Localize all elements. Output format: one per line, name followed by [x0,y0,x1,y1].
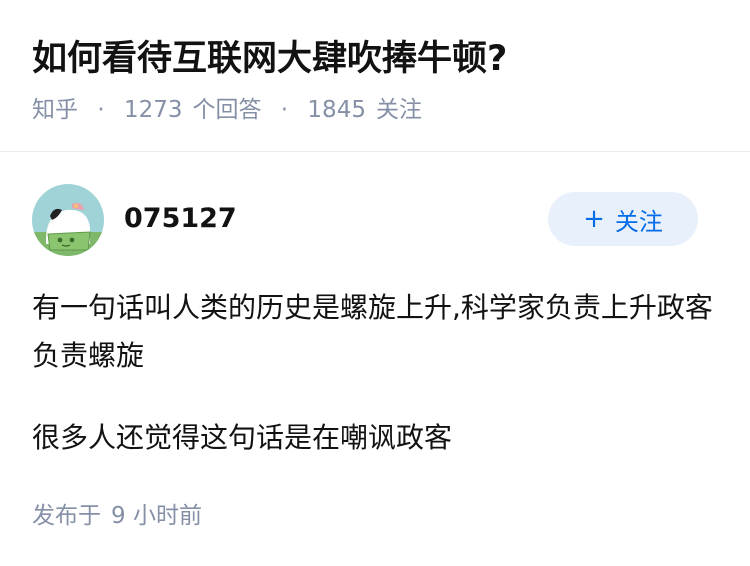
plus-icon: + [583,204,605,234]
publish-time-value: 9 小时前 [111,503,202,529]
question-header: 如何看待互联网大肆吹捧牛顿? 知乎 · 1273 个回答 · 1845 关注 [0,0,750,152]
answer-publish-time: 发布于 9 小时前 [32,500,202,532]
answer-page: 如何看待互联网大肆吹捧牛顿? 知乎 · 1273 个回答 · 1845 关注 0… [0,0,750,566]
meta-separator: · [280,97,289,123]
author-row: 075127 + 关注 [0,152,750,272]
source-label[interactable]: 知乎 [32,97,78,123]
answer-count: 1273 [123,97,183,123]
follow-button[interactable]: + 关注 [548,192,698,246]
avatar[interactable] [32,184,104,256]
meta-separator: · [97,97,105,123]
author-name[interactable]: 075127 [124,202,237,236]
answer-content: 有一句话叫人类的历史是螺旋上升,科学家负责上升政客负责螺旋 很多人还觉得这句话是… [32,284,722,496]
follower-count-label: 关注 [375,97,422,123]
answer-paragraph: 有一句话叫人类的历史是螺旋上升,科学家负责上升政客负责螺旋 [32,291,713,372]
follower-count: 1845 [307,97,366,123]
follow-button-label: 关注 [614,207,663,236]
avatar-image [32,184,104,256]
publish-prefix: 发布于 [32,503,101,529]
question-title[interactable]: 如何看待互联网大肆吹捧牛顿? [32,36,507,82]
answer-paragraph: 很多人还觉得这句话是在嘲讽政客 [32,421,453,454]
question-meta: 知乎 · 1273 个回答 · 1845 关注 [32,94,422,126]
answer-count-label: 个回答 [192,97,262,123]
